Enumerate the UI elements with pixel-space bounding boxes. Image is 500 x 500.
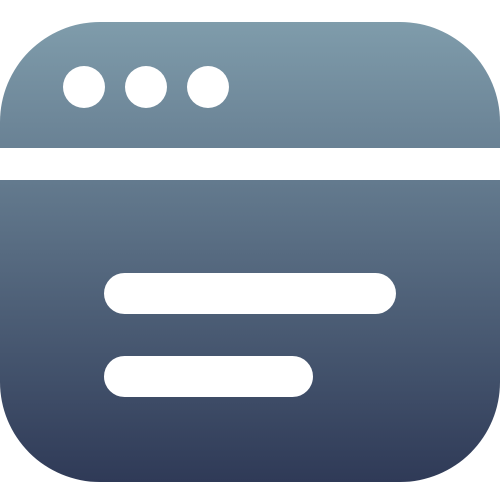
- browser-window-icon: [0, 22, 500, 482]
- window-dot-3: [187, 66, 229, 108]
- title-bar-divider: [0, 148, 500, 180]
- content-line-2: [104, 356, 313, 397]
- content-line-1: [104, 273, 396, 314]
- window-dot-2: [125, 66, 167, 108]
- window-dot-1: [63, 66, 105, 108]
- browser-window-icon-canvas: [0, 0, 500, 500]
